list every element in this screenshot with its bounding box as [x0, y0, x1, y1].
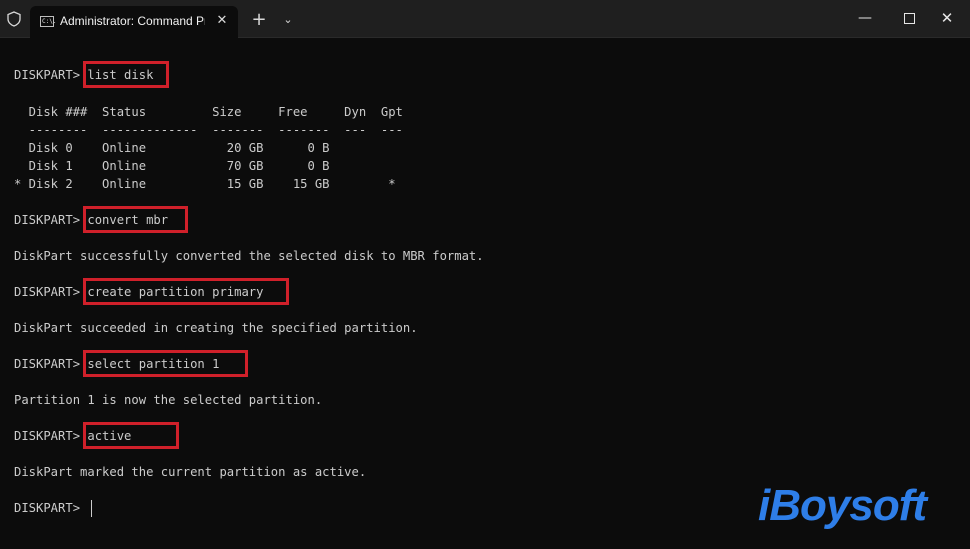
- table-row: Disk 1 Online 70 GB 0 B: [14, 159, 330, 173]
- chevron-down-icon[interactable]: ⌄: [276, 6, 300, 34]
- output-line: DiskPart marked the current partition as…: [14, 465, 367, 479]
- output-line: Partition 1 is now the selected partitio…: [14, 393, 323, 407]
- new-tab-button[interactable]: +: [246, 6, 272, 34]
- tab-title: Administrator: Command Prompt: [60, 14, 205, 28]
- terminal-icon: C:\.: [40, 16, 57, 27]
- minimize-button[interactable]: —: [842, 0, 888, 36]
- title-bar: C:\. Administrator: Command Prompt ✕ + ⌄…: [0, 0, 970, 38]
- highlight-box: [83, 206, 188, 233]
- highlight-box: [83, 278, 289, 305]
- current-prompt: DISKPART>: [14, 501, 88, 515]
- output-line: DiskPart succeeded in creating the speci…: [14, 321, 418, 335]
- watermark-logo: iBoysoft: [758, 481, 927, 530]
- output-line: DiskPart successfully converted the sele…: [14, 249, 484, 263]
- table-header: Disk ### Status Size Free Dyn Gpt: [14, 105, 403, 119]
- shield-icon: [7, 11, 21, 27]
- highlight-box: [83, 422, 179, 449]
- tab-command-prompt[interactable]: C:\. Administrator: Command Prompt ✕: [30, 6, 238, 38]
- table-row: Disk 0 Online 20 GB 0 B: [14, 141, 330, 155]
- tab-close-icon[interactable]: ✕: [212, 11, 232, 31]
- highlight-box: [83, 61, 169, 88]
- close-button[interactable]: ✕: [924, 0, 970, 36]
- table-separator: -------- ------------- ------- ------- -…: [14, 123, 403, 137]
- terminal-output[interactable]: DISKPART> list disk Disk ### Status Size…: [0, 38, 970, 549]
- maximize-icon: [903, 13, 915, 24]
- table-row: * Disk 2 Online 15 GB 15 GB *: [14, 177, 396, 191]
- highlight-box: [83, 350, 248, 377]
- text-cursor: [91, 500, 92, 517]
